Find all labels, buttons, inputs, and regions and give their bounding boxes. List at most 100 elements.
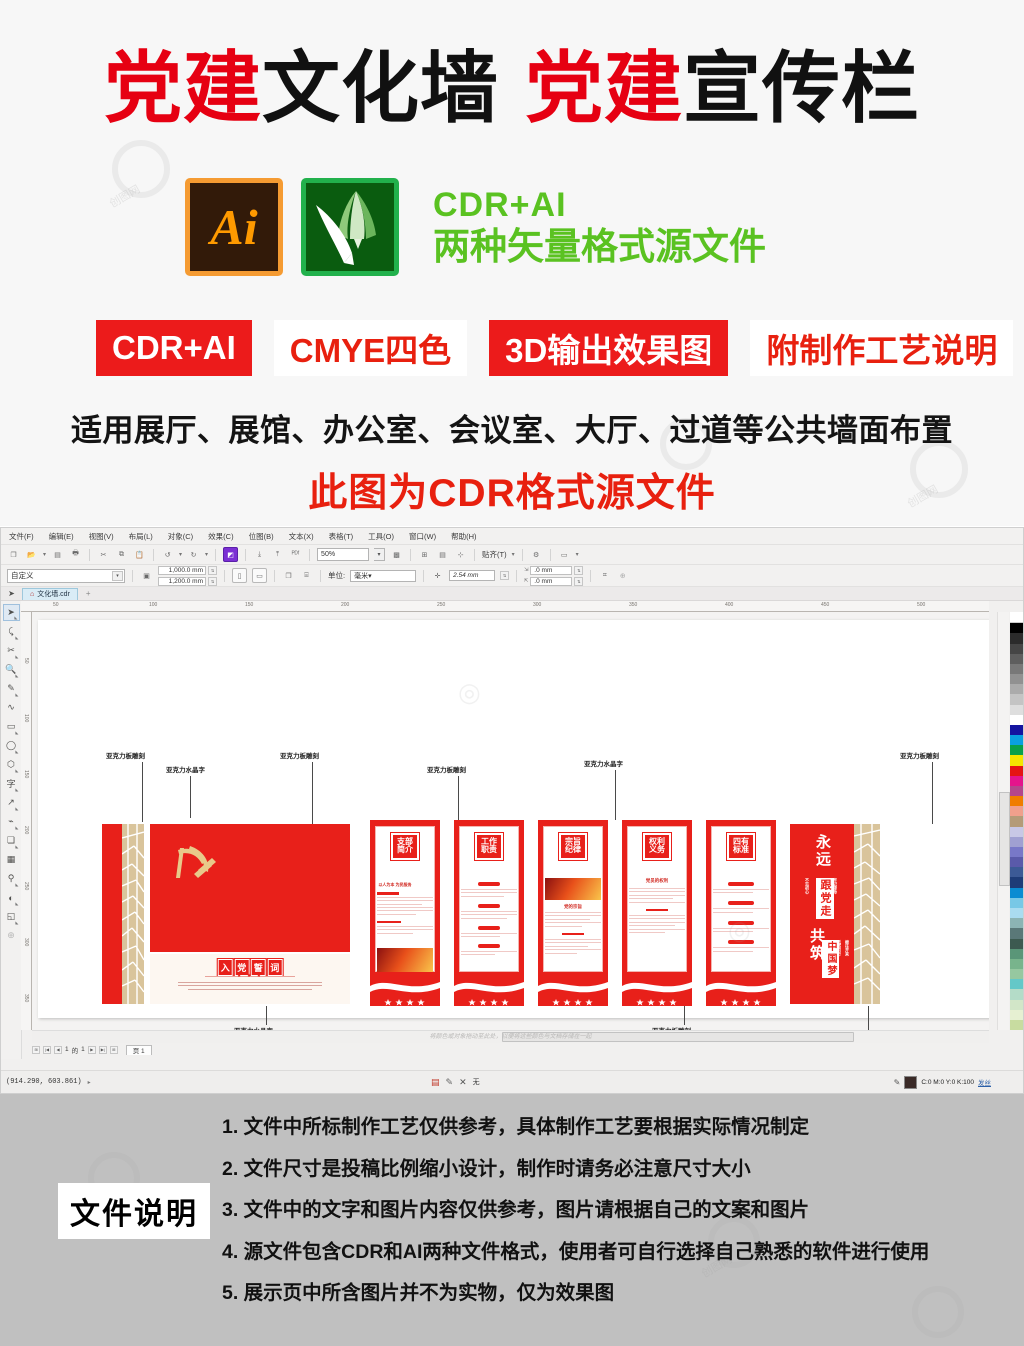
- canvas-area[interactable]: 亚克力板雕刻 亚克力水晶字 亚克力板雕刻 亚克力板雕刻 亚克力水晶字 亚克力板雕…: [32, 612, 989, 1030]
- palette-swatch[interactable]: [1010, 836, 1023, 847]
- menu-text[interactable]: 文本(X): [289, 531, 314, 542]
- publish-pdf-icon[interactable]: ᴾᴰᶠ: [289, 548, 302, 561]
- palette-swatch[interactable]: [1010, 989, 1023, 1000]
- palette-swatch[interactable]: [1010, 694, 1023, 705]
- menu-effects[interactable]: 效果(C): [208, 531, 233, 542]
- rectangle-tool[interactable]: ▭ ◣: [3, 718, 20, 735]
- outline-pen-icon[interactable]: ✎: [446, 1077, 454, 1088]
- nudge-spinner[interactable]: ⇅: [500, 571, 510, 580]
- palette-swatch[interactable]: [1010, 979, 1023, 990]
- add-page-end-button[interactable]: ⊞: [109, 1045, 118, 1054]
- fill-color-icon[interactable]: ▤: [431, 1077, 440, 1088]
- palette-swatch[interactable]: [1010, 867, 1023, 878]
- all-pages-icon[interactable]: ❐: [282, 569, 295, 582]
- palette-swatch[interactable]: [1010, 1009, 1023, 1020]
- current-page-icon[interactable]: ⌸: [300, 569, 313, 582]
- open-chevron-down-icon[interactable]: ▾: [43, 551, 46, 558]
- page-tab-1[interactable]: 页 1: [125, 1044, 152, 1055]
- palette-swatch[interactable]: [1010, 765, 1023, 776]
- content-panel-3[interactable]: 宗旨 纪律 党的宗旨: [538, 820, 608, 1006]
- freehand-tool[interactable]: ✎ ◣: [3, 680, 20, 697]
- menu-layout[interactable]: 布局(L): [129, 531, 153, 542]
- palette-swatch[interactable]: [1010, 969, 1023, 980]
- align-distribute-icon[interactable]: ▤: [436, 548, 449, 561]
- no-fill-icon[interactable]: ✕: [459, 1077, 467, 1088]
- interactive-fill-tool[interactable]: ◱ ◣: [3, 908, 20, 925]
- application-options-gear-icon[interactable]: ⚙: [530, 548, 543, 561]
- main-flag-panel[interactable]: [150, 824, 350, 952]
- color-palette[interactable]: [1010, 612, 1023, 1031]
- redo-icon[interactable]: ↻: [187, 548, 200, 561]
- snap-chevron-down-icon[interactable]: ▾: [512, 551, 515, 558]
- palette-swatch[interactable]: [1010, 938, 1023, 949]
- copy-icon[interactable]: ⧉: [115, 548, 128, 561]
- height-spinner[interactable]: ⇅: [208, 576, 217, 586]
- ellipse-tool[interactable]: ◯ ◣: [3, 737, 20, 754]
- import-icon[interactable]: ⤓: [253, 548, 266, 561]
- page-width-input[interactable]: 1,000.0 mm: [158, 565, 206, 575]
- workspace-icon[interactable]: ▭: [558, 548, 571, 561]
- print-icon[interactable]: 🖶: [69, 548, 82, 561]
- text-tool[interactable]: 字 ◣: [3, 775, 20, 792]
- palette-swatch[interactable]: [1010, 806, 1023, 817]
- menu-object[interactable]: 对象(C): [168, 531, 193, 542]
- search-content-icon[interactable]: ◩: [223, 547, 239, 562]
- dimension-tool[interactable]: ↗ ◣: [3, 794, 20, 811]
- guides-icon[interactable]: ⊹: [454, 548, 467, 561]
- next-page-button[interactable]: ▶: [87, 1045, 96, 1054]
- palette-swatch[interactable]: [1010, 958, 1023, 970]
- dup-y-spinner[interactable]: ⇅: [574, 576, 584, 586]
- palette-swatch[interactable]: [1010, 704, 1023, 715]
- fill-tool[interactable]: ◐ ◣: [3, 889, 20, 907]
- open-document-icon[interactable]: 📂: [25, 548, 38, 561]
- content-panel-1[interactable]: 支部 简介 以人为本 为民服务: [370, 820, 440, 1006]
- snap-to-label[interactable]: 贴齐(T): [482, 549, 507, 560]
- palette-swatch[interactable]: [1010, 674, 1023, 685]
- palette-swatch[interactable]: [1010, 643, 1023, 654]
- paste-icon[interactable]: 📋: [133, 548, 146, 561]
- portrait-orientation-button[interactable]: ▯: [232, 568, 247, 583]
- palette-swatch[interactable]: [1010, 735, 1023, 746]
- page-border-icon[interactable]: ⌗: [598, 569, 611, 582]
- pick-tool-tab-icon[interactable]: ➤: [5, 588, 18, 599]
- save-icon[interactable]: ▤: [51, 548, 64, 561]
- units-chevron-down-icon[interactable]: ▾: [368, 572, 372, 580]
- palette-swatch[interactable]: [1010, 785, 1023, 797]
- palette-swatch[interactable]: [1010, 857, 1023, 868]
- pick-tool[interactable]: ➤ ◣: [2, 604, 20, 621]
- palette-swatch[interactable]: [1010, 684, 1023, 695]
- menu-edit[interactable]: 编辑(E): [49, 531, 74, 542]
- page-height-input[interactable]: 1,200.0 mm: [158, 576, 206, 586]
- cut-icon[interactable]: ✂: [97, 548, 110, 561]
- drop-shadow-tool[interactable]: ❏ ◣: [3, 832, 20, 849]
- palette-swatch[interactable]: [1010, 745, 1023, 756]
- document-tab[interactable]: ⌂ 文化墙.cdr: [22, 587, 78, 600]
- page-preset-select[interactable]: 自定义 ▾: [7, 568, 125, 583]
- palette-swatch-none[interactable]: [1010, 612, 1023, 624]
- undo-icon[interactable]: ↺: [161, 548, 174, 561]
- width-spinner[interactable]: ⇅: [208, 565, 217, 575]
- smart-fill-tool[interactable]: ⊕: [3, 927, 20, 944]
- vertical-scrollbar[interactable]: [997, 612, 1010, 1030]
- left-red-bar[interactable]: [102, 824, 122, 1004]
- artistic-media-tool[interactable]: ∿: [3, 699, 20, 716]
- menu-view[interactable]: 视图(V): [89, 531, 114, 542]
- new-tab-button[interactable]: +: [82, 589, 95, 598]
- palette-swatch[interactable]: [1010, 918, 1023, 929]
- new-document-icon[interactable]: ❐: [7, 548, 20, 561]
- landscape-orientation-button[interactable]: ▭: [252, 568, 267, 583]
- full-screen-preview-icon[interactable]: ▩: [390, 548, 403, 561]
- palette-swatch[interactable]: [1010, 887, 1023, 898]
- palette-swatch[interactable]: [1010, 826, 1023, 837]
- add-page-button[interactable]: ⊞: [32, 1045, 40, 1054]
- palette-swatch[interactable]: [1010, 897, 1023, 908]
- palette-swatch[interactable]: [1010, 796, 1023, 807]
- content-panel-5[interactable]: 四有 标准: [706, 820, 776, 1006]
- nudge-distance-input[interactable]: 2.54 mm: [449, 570, 496, 581]
- zoom-chevron-down-icon[interactable]: ▾: [374, 548, 386, 561]
- dup-x-spinner[interactable]: ⇅: [574, 565, 584, 575]
- duplicate-x-input[interactable]: .0 mm: [530, 565, 573, 575]
- palette-swatch[interactable]: [1010, 724, 1023, 736]
- menu-table[interactable]: 表格(T): [329, 531, 354, 542]
- export-icon[interactable]: ⤒: [271, 548, 284, 561]
